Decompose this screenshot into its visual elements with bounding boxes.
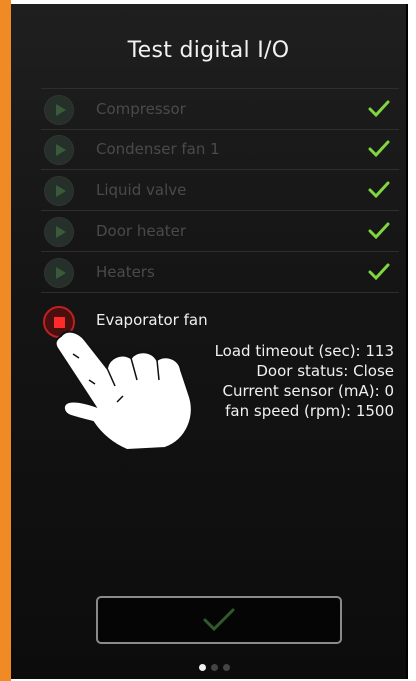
- check-icon: [203, 608, 235, 632]
- detail-load-timeout: Load timeout (sec): 113: [214, 342, 394, 360]
- io-label: Condenser fan 1: [96, 140, 220, 158]
- touch-hand-icon: [54, 330, 193, 452]
- play-icon[interactable]: [44, 217, 74, 247]
- io-label: Door heater: [96, 222, 187, 240]
- page-dot[interactable]: [211, 664, 218, 671]
- page-indicator: [199, 656, 235, 675]
- detail-door-status: Door status: Close: [256, 362, 394, 380]
- left-accent-bar: [0, 0, 11, 681]
- check-icon: [368, 181, 390, 199]
- play-icon[interactable]: [44, 176, 74, 206]
- io-row-heaters: Heaters: [41, 252, 399, 293]
- check-icon: [368, 263, 390, 281]
- check-icon: [368, 100, 390, 118]
- detail-current-sensor: Current sensor (mA): 0: [222, 382, 394, 400]
- page-title: Test digital I/O: [127, 38, 290, 63]
- page-dot-active[interactable]: [199, 664, 206, 671]
- io-row-liquid-valve: Liquid valve: [41, 170, 399, 211]
- io-row-condenser-fan-1: Condenser fan 1: [41, 129, 399, 170]
- detail-fan-speed: fan speed (rpm): 1500: [225, 402, 394, 420]
- confirm-button[interactable]: [96, 596, 342, 644]
- io-label: Compressor: [96, 100, 186, 118]
- io-row-door-heater: Door heater: [41, 211, 399, 252]
- play-icon[interactable]: [44, 95, 74, 125]
- play-icon[interactable]: [44, 135, 74, 165]
- io-label: Heaters: [96, 263, 155, 281]
- io-row-compressor: Compressor: [41, 88, 399, 130]
- io-label: Liquid valve: [96, 181, 187, 199]
- page-dot[interactable]: [223, 664, 230, 671]
- app-screen: Test digital I/O Compressor Condenser fa…: [11, 4, 408, 679]
- play-icon[interactable]: [44, 258, 74, 288]
- check-icon: [368, 222, 390, 240]
- check-icon: [368, 140, 390, 158]
